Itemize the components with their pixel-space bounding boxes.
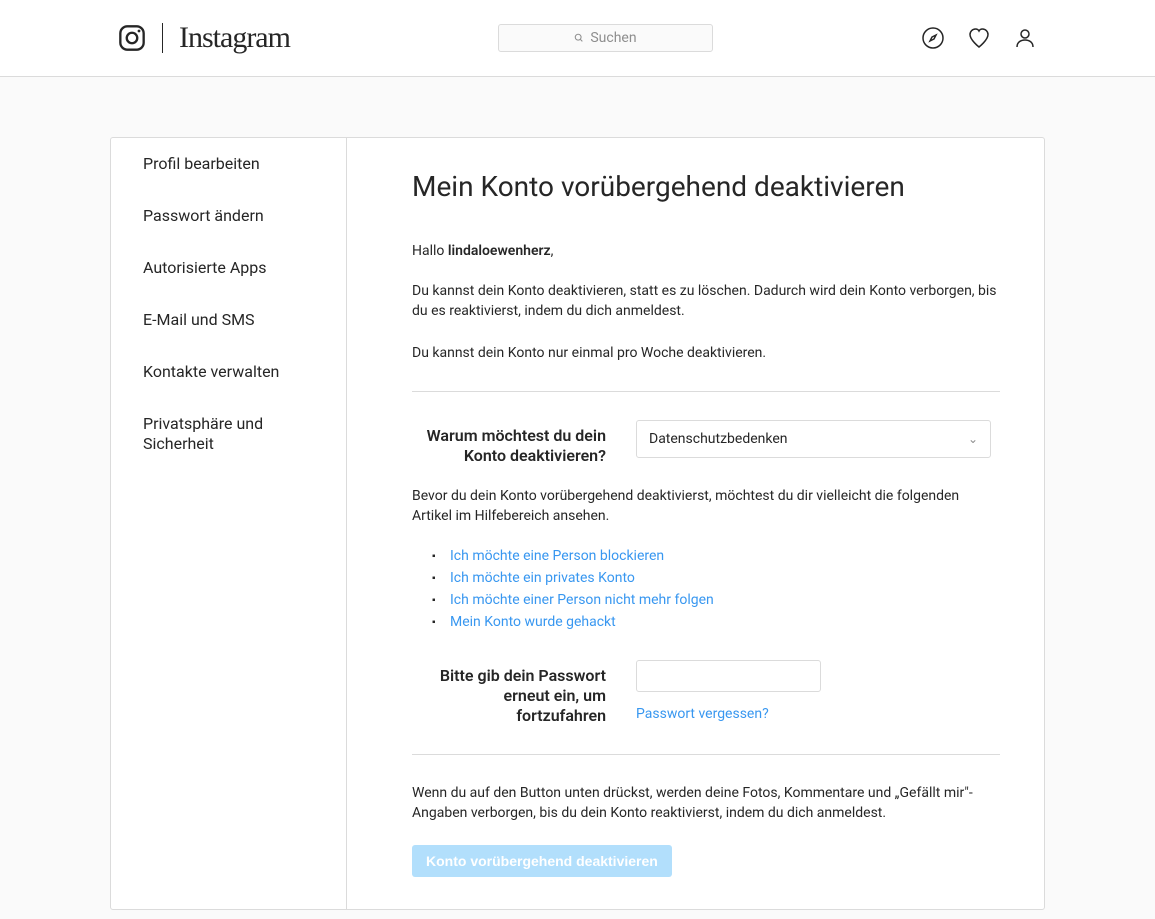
search-placeholder-text: Suchen xyxy=(590,30,636,46)
activity-heart-icon[interactable] xyxy=(967,26,991,50)
logo-divider xyxy=(162,23,163,53)
reason-label: Warum möchtest du dein Konto deaktiviere… xyxy=(412,420,606,466)
page-title: Mein Konto vorübergehend deaktivieren xyxy=(412,170,1000,203)
settings-sidebar: Profil bearbeiten Passwort ändern Autori… xyxy=(111,138,347,909)
sidebar-item-label: Profil bearbeiten xyxy=(143,154,260,173)
logo-group[interactable]: Instagram xyxy=(118,21,290,55)
intro-paragraph-1: Du kannst dein Konto deaktivieren, statt… xyxy=(412,281,1000,321)
list-item: Ich möchte eine Person blockieren xyxy=(432,548,1000,564)
chevron-down-icon: ⌄ xyxy=(968,432,978,446)
list-item: Ich möchte ein privates Konto xyxy=(432,570,1000,586)
sidebar-item-authorized-apps[interactable]: Autorisierte Apps xyxy=(111,242,346,294)
instagram-glyph-icon xyxy=(118,24,146,52)
password-input[interactable] xyxy=(636,660,821,692)
explore-icon[interactable] xyxy=(921,26,945,50)
profile-icon[interactable] xyxy=(1013,26,1037,50)
divider xyxy=(412,391,1000,392)
help-intro-paragraph: Bevor du dein Konto vorübergehend deakti… xyxy=(412,486,1000,526)
password-label: Bitte gib dein Passwort erneut ein, um f… xyxy=(412,660,606,726)
sidebar-item-label: Kontakte verwalten xyxy=(143,362,279,381)
sidebar-item-change-password[interactable]: Passwort ändern xyxy=(111,190,346,242)
sidebar-item-edit-profile[interactable]: Profil bearbeiten xyxy=(111,138,346,190)
search-icon xyxy=(574,33,584,43)
settings-container: Profil bearbeiten Passwort ändern Autori… xyxy=(110,137,1045,910)
help-link-hacked[interactable]: Mein Konto wurde gehackt xyxy=(450,614,616,630)
sidebar-item-label: Autorisierte Apps xyxy=(143,258,266,277)
divider xyxy=(412,754,1000,755)
intro-paragraph-2: Du kannst dein Konto nur einmal pro Woch… xyxy=(412,343,1000,363)
top-nav: Instagram Suchen xyxy=(0,0,1155,77)
username-display: lindaloewenherz xyxy=(448,243,551,259)
help-links-list: Ich möchte eine Person blockieren Ich mö… xyxy=(432,548,1000,630)
sidebar-item-manage-contacts[interactable]: Kontakte verwalten xyxy=(111,346,346,398)
sidebar-item-label: E-Mail und SMS xyxy=(143,310,255,329)
final-notice-paragraph: Wenn du auf den Button unten drückst, we… xyxy=(412,783,1000,823)
sidebar-item-label: Privatsphäre und Sicherheit xyxy=(143,414,263,453)
instagram-wordmark: Instagram xyxy=(179,21,290,55)
help-link-unfollow[interactable]: Ich möchte einer Person nicht mehr folge… xyxy=(450,592,714,608)
sidebar-item-email-sms[interactable]: E-Mail und SMS xyxy=(111,294,346,346)
greeting-line: Hallo lindaloewenherz, xyxy=(412,243,1000,259)
search-input[interactable]: Suchen xyxy=(498,24,713,52)
forgot-password-link[interactable]: Passwort vergessen? xyxy=(636,706,1000,722)
sidebar-item-label: Passwort ändern xyxy=(143,206,264,225)
settings-content: Mein Konto vorübergehend deaktivieren Ha… xyxy=(347,138,1044,909)
help-link-block-person[interactable]: Ich möchte eine Person blockieren xyxy=(450,548,664,564)
help-link-private-account[interactable]: Ich möchte ein privates Konto xyxy=(450,570,635,586)
deactivate-account-button[interactable]: Konto vorübergehend deaktivieren xyxy=(412,845,672,877)
list-item: Mein Konto wurde gehackt xyxy=(432,614,1000,630)
reason-select[interactable]: Datenschutzbedenken ⌄ xyxy=(636,420,991,458)
sidebar-item-privacy-security[interactable]: Privatsphäre und Sicherheit xyxy=(111,398,346,470)
list-item: Ich möchte einer Person nicht mehr folge… xyxy=(432,592,1000,608)
reason-selected-value: Datenschutzbedenken xyxy=(649,431,788,447)
